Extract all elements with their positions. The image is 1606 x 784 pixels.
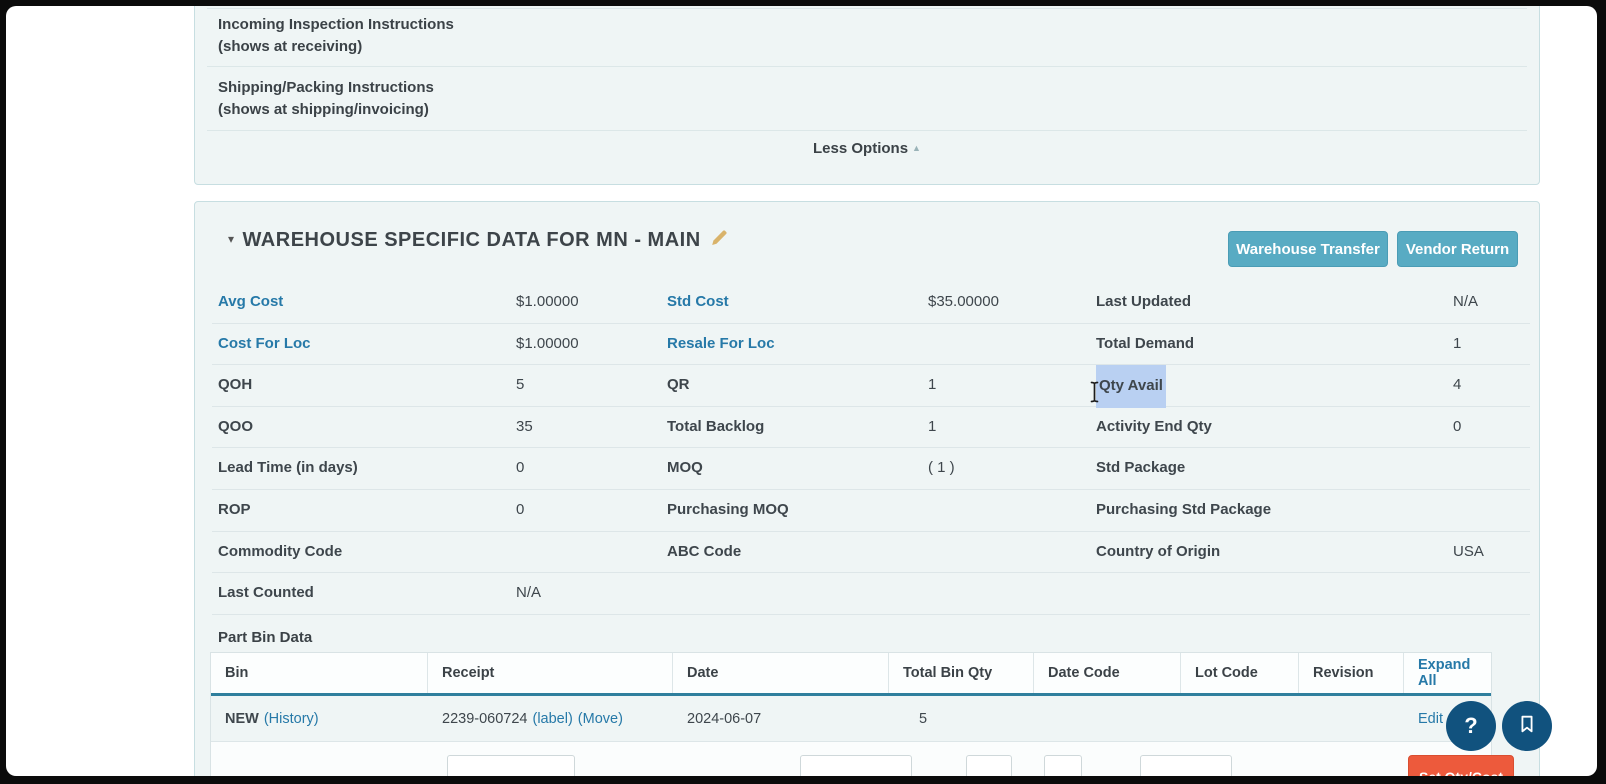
rop-label: ROP <box>218 490 251 531</box>
receipt-number: 2239-060724 <box>442 711 527 727</box>
country-of-origin-value: USA <box>1453 532 1484 573</box>
expand-all-link[interactable]: Expand All <box>1418 657 1491 689</box>
qty-avail-selected-text: Qty Avail <box>1096 365 1166 408</box>
cost-for-loc-label[interactable]: Cost For Loc <box>218 324 311 365</box>
qoh-value: 5 <box>516 365 524 406</box>
incoming-inspection-sublabel: (shows at receiving) <box>218 36 454 58</box>
country-of-origin-label: Country of Origin <box>1096 532 1220 573</box>
set-qty-cost-button[interactable]: Set Qty/Cost <box>1408 755 1514 776</box>
total-backlog-value: 1 <box>928 407 936 448</box>
total-demand-value: 1 <box>1453 324 1461 365</box>
bin-edit-input[interactable] <box>447 755 575 776</box>
qr-value: 1 <box>928 365 936 406</box>
last-counted-label: Last Counted <box>218 573 314 614</box>
commodity-code-label: Commodity Code <box>218 532 342 573</box>
receipt-move-link[interactable]: (Move) <box>578 711 623 727</box>
divider <box>207 8 1527 9</box>
col-header-total-bin-qty: Total Bin Qty <box>889 653 1034 693</box>
last-counted-value: N/A <box>516 573 541 614</box>
col-header-receipt: Receipt <box>428 653 673 693</box>
bin-date: 2024-06-07 <box>687 711 761 727</box>
avg-cost-value: $1.00000 <box>516 282 579 323</box>
part-options-panel: Incoming Inspection Instructions (shows … <box>194 6 1540 185</box>
field-row: Lead Time (in days) 0 MOQ ( 1 ) Std Pack… <box>212 448 1530 490</box>
last-updated-value: N/A <box>1453 282 1478 323</box>
shipping-packing-sublabel: (shows at shipping/invoicing) <box>218 99 434 121</box>
moq-value: ( 1 ) <box>928 448 955 489</box>
qr-label: QR <box>667 365 690 406</box>
app-page: Incoming Inspection Instructions (shows … <box>6 6 1597 776</box>
qoh-label: QOH <box>218 365 252 406</box>
warehouse-panel-header: ▾ WAREHOUSE SPECIFIC DATA FOR MN - MAIN <box>228 228 729 254</box>
lead-time-value: 0 <box>516 448 524 489</box>
bin-total-qty: 5 <box>919 711 927 727</box>
last-updated-label: Last Updated <box>1096 282 1191 323</box>
collapse-caret-icon[interactable]: ▾ <box>228 232 235 246</box>
rop-value: 0 <box>516 490 524 531</box>
std-cost-label[interactable]: Std Cost <box>667 282 729 323</box>
col-header-revision: Revision <box>1299 653 1404 693</box>
qoo-value: 35 <box>516 407 533 448</box>
col-header-date: Date <box>673 653 889 693</box>
part-bin-table-header: Bin Receipt Date Total Bin Qty Date Code… <box>211 653 1491 696</box>
warehouse-transfer-button[interactable]: Warehouse Transfer <box>1228 231 1388 267</box>
warehouse-fields-grid: Avg Cost $1.00000 Std Cost $35.00000 Las… <box>212 282 1530 615</box>
field-row: ROP 0 Purchasing MOQ Purchasing Std Pack… <box>212 490 1530 532</box>
field-row: QOH 5 QR 1 Qty Avail 4 <box>212 365 1530 407</box>
divider <box>207 130 1527 131</box>
date-code-edit-input[interactable] <box>1044 755 1082 776</box>
bookmark-icon <box>1516 712 1538 741</box>
field-row: Avg Cost $1.00000 Std Cost $35.00000 Las… <box>212 282 1530 324</box>
total-backlog-label: Total Backlog <box>667 407 764 448</box>
total-demand-label: Total Demand <box>1096 324 1194 365</box>
std-cost-value: $35.00000 <box>928 282 999 323</box>
bin-row: NEW (History) 2239-060724 (label) (Move)… <box>211 696 1491 742</box>
less-options-toggle[interactable]: Less Options ▲ <box>195 140 1539 157</box>
shipping-packing-field: Shipping/Packing Instructions (shows at … <box>218 77 434 121</box>
purchasing-std-package-label: Purchasing Std Package <box>1096 490 1271 531</box>
bin-edit-link[interactable]: Edit <box>1418 711 1443 727</box>
col-header-bin: Bin <box>211 653 428 693</box>
field-row: Commodity Code ABC Code Country of Origi… <box>212 532 1530 574</box>
std-package-label: Std Package <box>1096 448 1185 489</box>
receipt-label-link[interactable]: (label) <box>532 711 572 727</box>
warehouse-data-panel: ▾ WAREHOUSE SPECIFIC DATA FOR MN - MAIN W… <box>194 201 1540 776</box>
abc-code-label: ABC Code <box>667 532 741 573</box>
lead-time-label: Lead Time (in days) <box>218 448 358 489</box>
qty-edit-input[interactable] <box>966 755 1012 776</box>
activity-end-qty-value: 0 <box>1453 407 1461 448</box>
col-header-date-code: Date Code <box>1034 653 1181 693</box>
question-mark-icon: ? <box>1464 713 1477 739</box>
bin-name: NEW <box>225 711 259 727</box>
bin-edit-input[interactable] <box>800 755 912 776</box>
vendor-return-button[interactable]: Vendor Return <box>1397 231 1518 267</box>
field-row: QOO 35 Total Backlog 1 Activity End Qty … <box>212 407 1530 449</box>
warehouse-panel-title: WAREHOUSE SPECIFIC DATA FOR MN - MAIN <box>243 229 701 251</box>
less-options-label: Less Options <box>813 140 908 157</box>
col-header-lot-code: Lot Code <box>1181 653 1299 693</box>
resale-for-loc-label[interactable]: Resale For Loc <box>667 324 775 365</box>
bookmark-button[interactable] <box>1502 701 1552 751</box>
field-row: Last Counted N/A <box>212 573 1530 615</box>
divider <box>207 66 1527 67</box>
cost-for-loc-value: $1.00000 <box>516 324 579 365</box>
incoming-inspection-field: Incoming Inspection Instructions (shows … <box>218 14 454 58</box>
part-bin-data-title: Part Bin Data <box>218 629 312 646</box>
lot-code-edit-input[interactable] <box>1140 755 1232 776</box>
incoming-inspection-label: Incoming Inspection Instructions <box>218 14 454 36</box>
field-row: Cost For Loc $1.00000 Resale For Loc Tot… <box>212 324 1530 366</box>
bin-history-link[interactable]: (History) <box>264 711 319 727</box>
qty-avail-value: 4 <box>1453 365 1461 406</box>
qoo-label: QOO <box>218 407 253 448</box>
moq-label: MOQ <box>667 448 703 489</box>
purchasing-moq-label: Purchasing MOQ <box>667 490 789 531</box>
activity-end-qty-label: Activity End Qty <box>1096 407 1212 448</box>
help-button[interactable]: ? <box>1446 701 1496 751</box>
edit-pencil-icon[interactable] <box>709 228 729 254</box>
shipping-packing-label: Shipping/Packing Instructions <box>218 77 434 99</box>
avg-cost-label[interactable]: Avg Cost <box>218 282 283 323</box>
less-options-caret-icon: ▲ <box>912 143 921 153</box>
